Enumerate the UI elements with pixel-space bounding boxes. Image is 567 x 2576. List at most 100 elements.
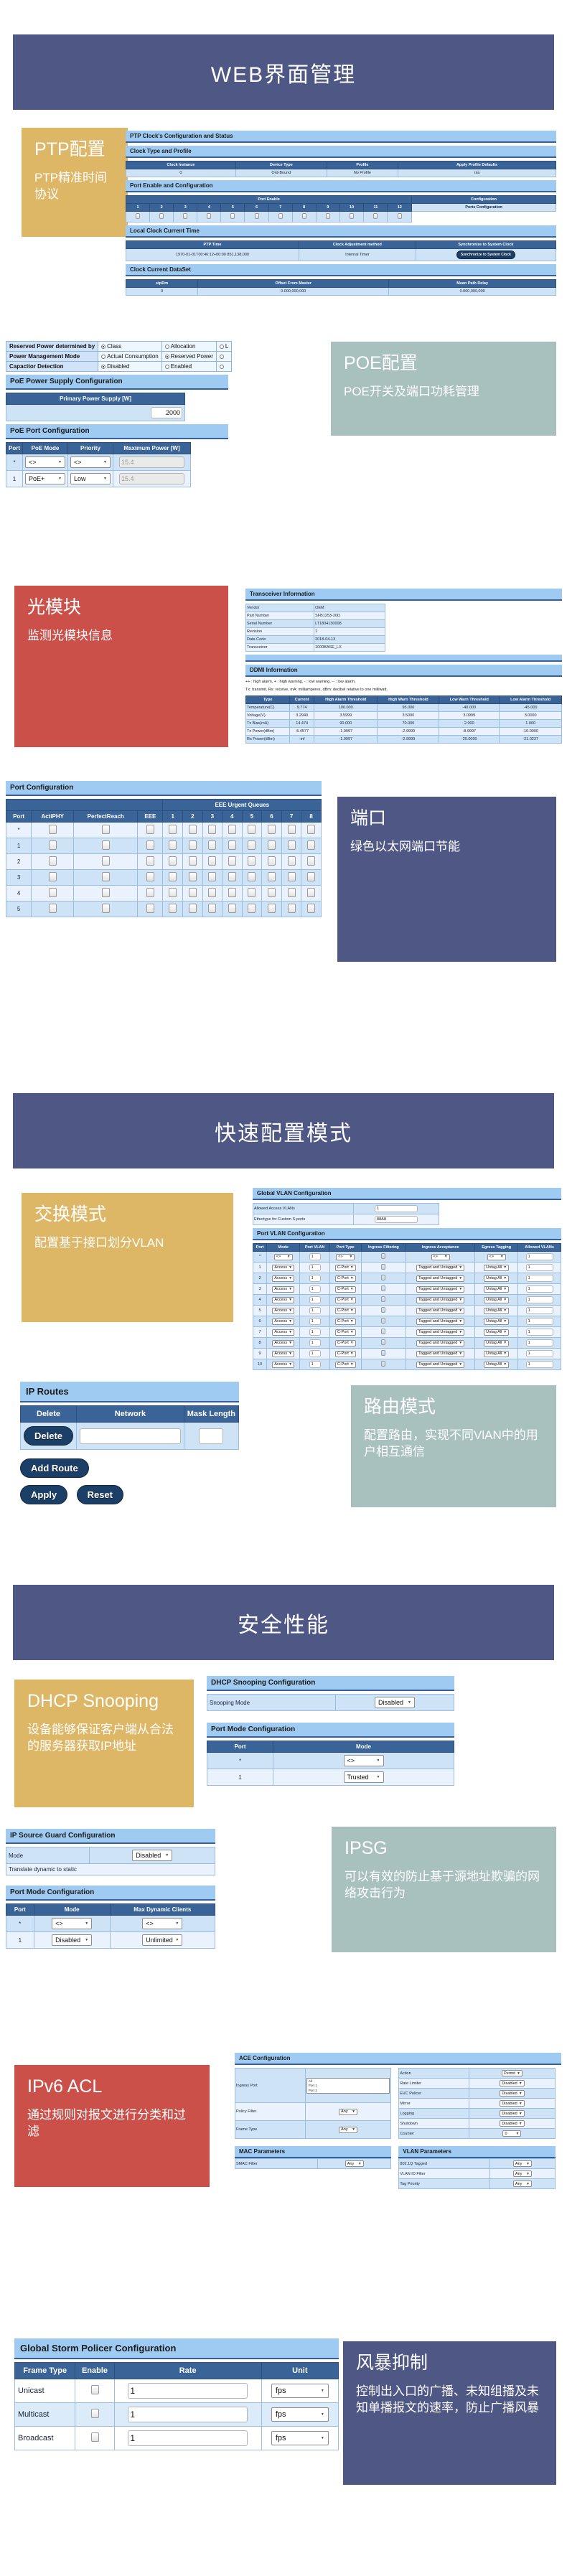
queue-checkbox-6[interactable] [267,872,276,881]
queue-checkbox-8[interactable] [307,888,316,897]
ingress-filtering-checkbox[interactable] [381,1275,386,1280]
port-type-select[interactable]: C-Port ▼ [334,1361,356,1368]
ingress-acceptance-select[interactable]: Tagged and Untagged ▼ [416,1350,465,1357]
vlan-mode-select[interactable]: Access ▼ [272,1275,295,1282]
port-type-select[interactable]: C-Port ▼ [334,1264,356,1271]
ingress-acceptance-select[interactable]: Tagged and Untagged ▼ [416,1339,465,1346]
delete-route-button[interactable]: Delete [24,1426,74,1446]
vlan-mode-select[interactable]: Access ▼ [272,1361,295,1368]
allowed-vlans-row-input[interactable] [525,1329,553,1336]
vlan-mode-select[interactable]: Access ▼ [272,1350,295,1357]
ingress-acceptance-select[interactable]: Tagged and Untagged ▼ [416,1275,465,1282]
vlan-mode-select[interactable]: Access ▼ [272,1264,295,1271]
port-config-checkbox[interactable] [48,825,57,834]
ingress-acceptance-select[interactable]: <> ▼ [431,1253,450,1260]
ipsg-max-clients-select[interactable]: Unlimited ▼ [142,1934,183,1946]
storm-enable-checkbox[interactable] [90,2409,99,2418]
poe-max-power-input[interactable] [119,473,184,484]
poe-radio-option[interactable]: Disabled [98,361,162,372]
ingress-filtering-checkbox[interactable] [381,1350,386,1356]
ace-right-select[interactable]: 0 ▼ [502,2130,522,2137]
dhcp-port-mode-select[interactable]: <> ▼ [343,1755,384,1766]
port-type-select[interactable]: C-Port ▼ [334,1329,356,1336]
vlan-mode-select[interactable]: Access ▼ [272,1285,295,1293]
egress-tagging-select[interactable]: Untag All ▼ [484,1296,510,1303]
queue-checkbox-2[interactable] [188,904,197,913]
queue-checkbox-6[interactable] [267,840,276,850]
allowed-vlans-row-input[interactable] [525,1285,553,1293]
ptp-port-checkbox-3[interactable] [183,213,188,219]
radio-icon[interactable] [164,364,169,369]
queue-checkbox-4[interactable] [228,888,236,897]
poe-radio-option[interactable]: Actual Consumption [98,351,162,362]
ace-left-select[interactable]: Any ▼ [339,2108,358,2115]
port-config-checkbox[interactable] [48,872,57,881]
vlan-param-select[interactable]: Any ▼ [512,2160,532,2167]
port-config-checkbox[interactable] [146,856,154,866]
egress-tagging-select[interactable]: Untag All ▼ [484,1264,510,1271]
storm-rate-input[interactable] [128,2430,248,2446]
egress-tagging-select[interactable]: <> ▼ [487,1253,506,1260]
port-type-select[interactable]: <> ▼ [336,1253,355,1260]
ingress-filtering-checkbox[interactable] [381,1329,386,1334]
radio-icon[interactable] [164,354,169,359]
poe-radio-option[interactable] [215,351,233,362]
ptp-port-checkbox-4[interactable] [207,213,212,219]
queue-checkbox-4[interactable] [228,840,236,850]
port-config-checkbox[interactable] [146,825,154,834]
queue-checkbox-7[interactable] [287,904,296,913]
reset-button[interactable]: Reset [76,1485,123,1504]
listbox-option[interactable]: Port 2 [309,2089,388,2093]
queue-checkbox-2[interactable] [188,825,197,834]
ace-right-select[interactable]: Disabled ▼ [500,2100,525,2107]
vlan-param-select[interactable]: Any ▼ [512,2170,532,2177]
egress-tagging-select[interactable]: Untag All ▼ [484,1285,510,1293]
poe-priority-select[interactable]: <> ▼ [70,456,111,468]
port-vlan-input[interactable] [309,1350,321,1357]
egress-tagging-select[interactable]: Untag All ▼ [484,1339,510,1346]
egress-tagging-select[interactable]: Untag All ▼ [484,1361,510,1368]
port-type-select[interactable]: C-Port ▼ [334,1285,356,1293]
queue-checkbox-8[interactable] [307,872,316,881]
ace-right-select[interactable]: Disabled ▼ [500,2090,525,2097]
port-config-checkbox[interactable] [101,825,110,834]
radio-icon[interactable] [101,364,106,369]
queue-checkbox-5[interactable] [248,904,256,913]
ace-right-select[interactable]: Disabled ▼ [500,2080,525,2086]
allowed-vlans-row-input[interactable] [525,1361,553,1368]
port-vlan-input[interactable] [309,1253,321,1260]
radio-icon[interactable] [164,344,169,349]
ipsg-max-clients-select[interactable]: <> ▼ [142,1918,183,1929]
queue-checkbox-5[interactable] [248,825,256,834]
port-config-checkbox[interactable] [101,872,110,881]
ingress-port-listbox[interactable]: AllPort 1Port 2Port 3 [306,2077,390,2094]
egress-tagging-select[interactable]: Untag All ▼ [484,1318,510,1325]
storm-enable-checkbox[interactable] [90,2385,99,2394]
ingress-acceptance-select[interactable]: Tagged and Untagged ▼ [416,1329,465,1336]
queue-checkbox-6[interactable] [267,825,276,834]
poe-mode-select[interactable]: <> ▼ [25,456,65,468]
queue-checkbox-7[interactable] [287,825,296,834]
port-vlan-input[interactable] [309,1296,321,1303]
ptp-port-checkbox-6[interactable] [254,213,259,219]
ingress-acceptance-select[interactable]: Tagged and Untagged ▼ [416,1285,465,1293]
port-vlan-input[interactable] [309,1339,321,1346]
queue-checkbox-8[interactable] [307,825,316,834]
sync-system-clock-button[interactable]: Synchronize to System Clock [456,250,515,259]
queue-checkbox-3[interactable] [208,872,217,881]
queue-checkbox-7[interactable] [287,888,296,897]
add-route-button[interactable]: Add Route [20,1458,89,1478]
allowed-vlans-row-input[interactable] [525,1318,553,1325]
queue-checkbox-1[interactable] [169,888,177,897]
ptp-port-checkbox-8[interactable] [301,213,306,219]
queue-checkbox-1[interactable] [169,840,177,850]
queue-checkbox-6[interactable] [267,888,276,897]
ingress-acceptance-select[interactable]: Tagged and Untagged ▼ [416,1264,465,1271]
radio-icon[interactable] [101,354,106,359]
allowed-vlans-row-input[interactable] [525,1253,553,1260]
port-config-checkbox[interactable] [48,840,57,850]
queue-checkbox-3[interactable] [208,904,217,913]
port-vlan-input[interactable] [309,1275,321,1282]
port-config-checkbox[interactable] [101,904,110,913]
ipsg-port-mode-select[interactable]: <> ▼ [52,1918,93,1929]
